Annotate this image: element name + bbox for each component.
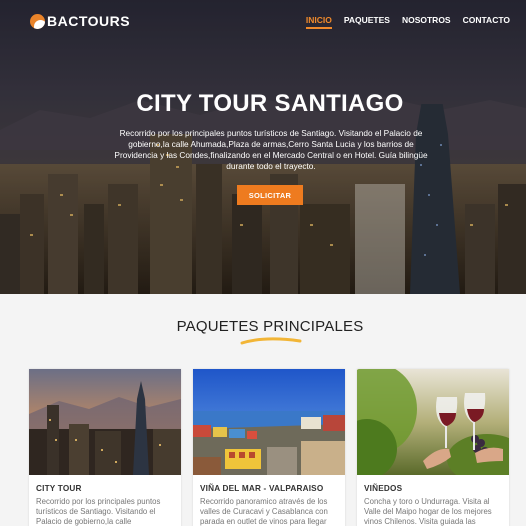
packages-section: PAQUETES PRINCIPALES CITY TOUR Recorrido… xyxy=(0,294,526,526)
brand-logo[interactable]: BACTOURS xyxy=(30,13,130,29)
hero-section: BACTOURS INICIO PAQUETES NOSOTROS CONTAC… xyxy=(0,0,526,294)
package-card-city-tour[interactable]: CITY TOUR Recorrido por los principales … xyxy=(29,369,181,526)
title-swoosh-icon xyxy=(240,337,302,345)
package-card-vinedos[interactable]: VIÑEDOS Concha y toro o Undurraga. Visit… xyxy=(357,369,509,526)
package-card-vina-del-mar[interactable]: VIÑA DEL MAR - VALPARAISO Recorrido pano… xyxy=(193,369,345,526)
card-description: Recorrido por los principales puntos tur… xyxy=(36,497,161,526)
card-title: VIÑA DEL MAR - VALPARAISO xyxy=(200,484,324,493)
section-title: PAQUETES PRINCIPALES xyxy=(176,318,364,335)
valparaiso-image xyxy=(193,369,345,475)
city-tour-image xyxy=(29,369,181,475)
card-description: Recorrido panoramico através de los vall… xyxy=(200,497,328,526)
hero-title: CITY TOUR SANTIAGO xyxy=(136,90,404,117)
vinedos-image xyxy=(357,369,509,475)
nav-paquetes[interactable]: PAQUETES xyxy=(344,15,390,29)
card-description: Concha y toro o Undurraga. Visita al Val… xyxy=(364,497,492,526)
logo-sun-icon xyxy=(30,13,45,29)
main-nav: INICIO PAQUETES NOSOTROS CONTACTO xyxy=(305,15,510,29)
nav-contacto[interactable]: CONTACTO xyxy=(463,15,510,29)
brand-name: BACTOURS xyxy=(47,13,131,29)
nav-nosotros[interactable]: NOSOTROS xyxy=(402,15,451,29)
card-title: CITY TOUR xyxy=(36,484,82,493)
card-title: VIÑEDOS xyxy=(364,484,403,493)
nav-inicio[interactable]: INICIO xyxy=(305,15,332,29)
solicitar-button[interactable]: SOLICITAR xyxy=(237,185,303,205)
hero-description: Recorrido por los principales puntos tur… xyxy=(114,128,428,171)
